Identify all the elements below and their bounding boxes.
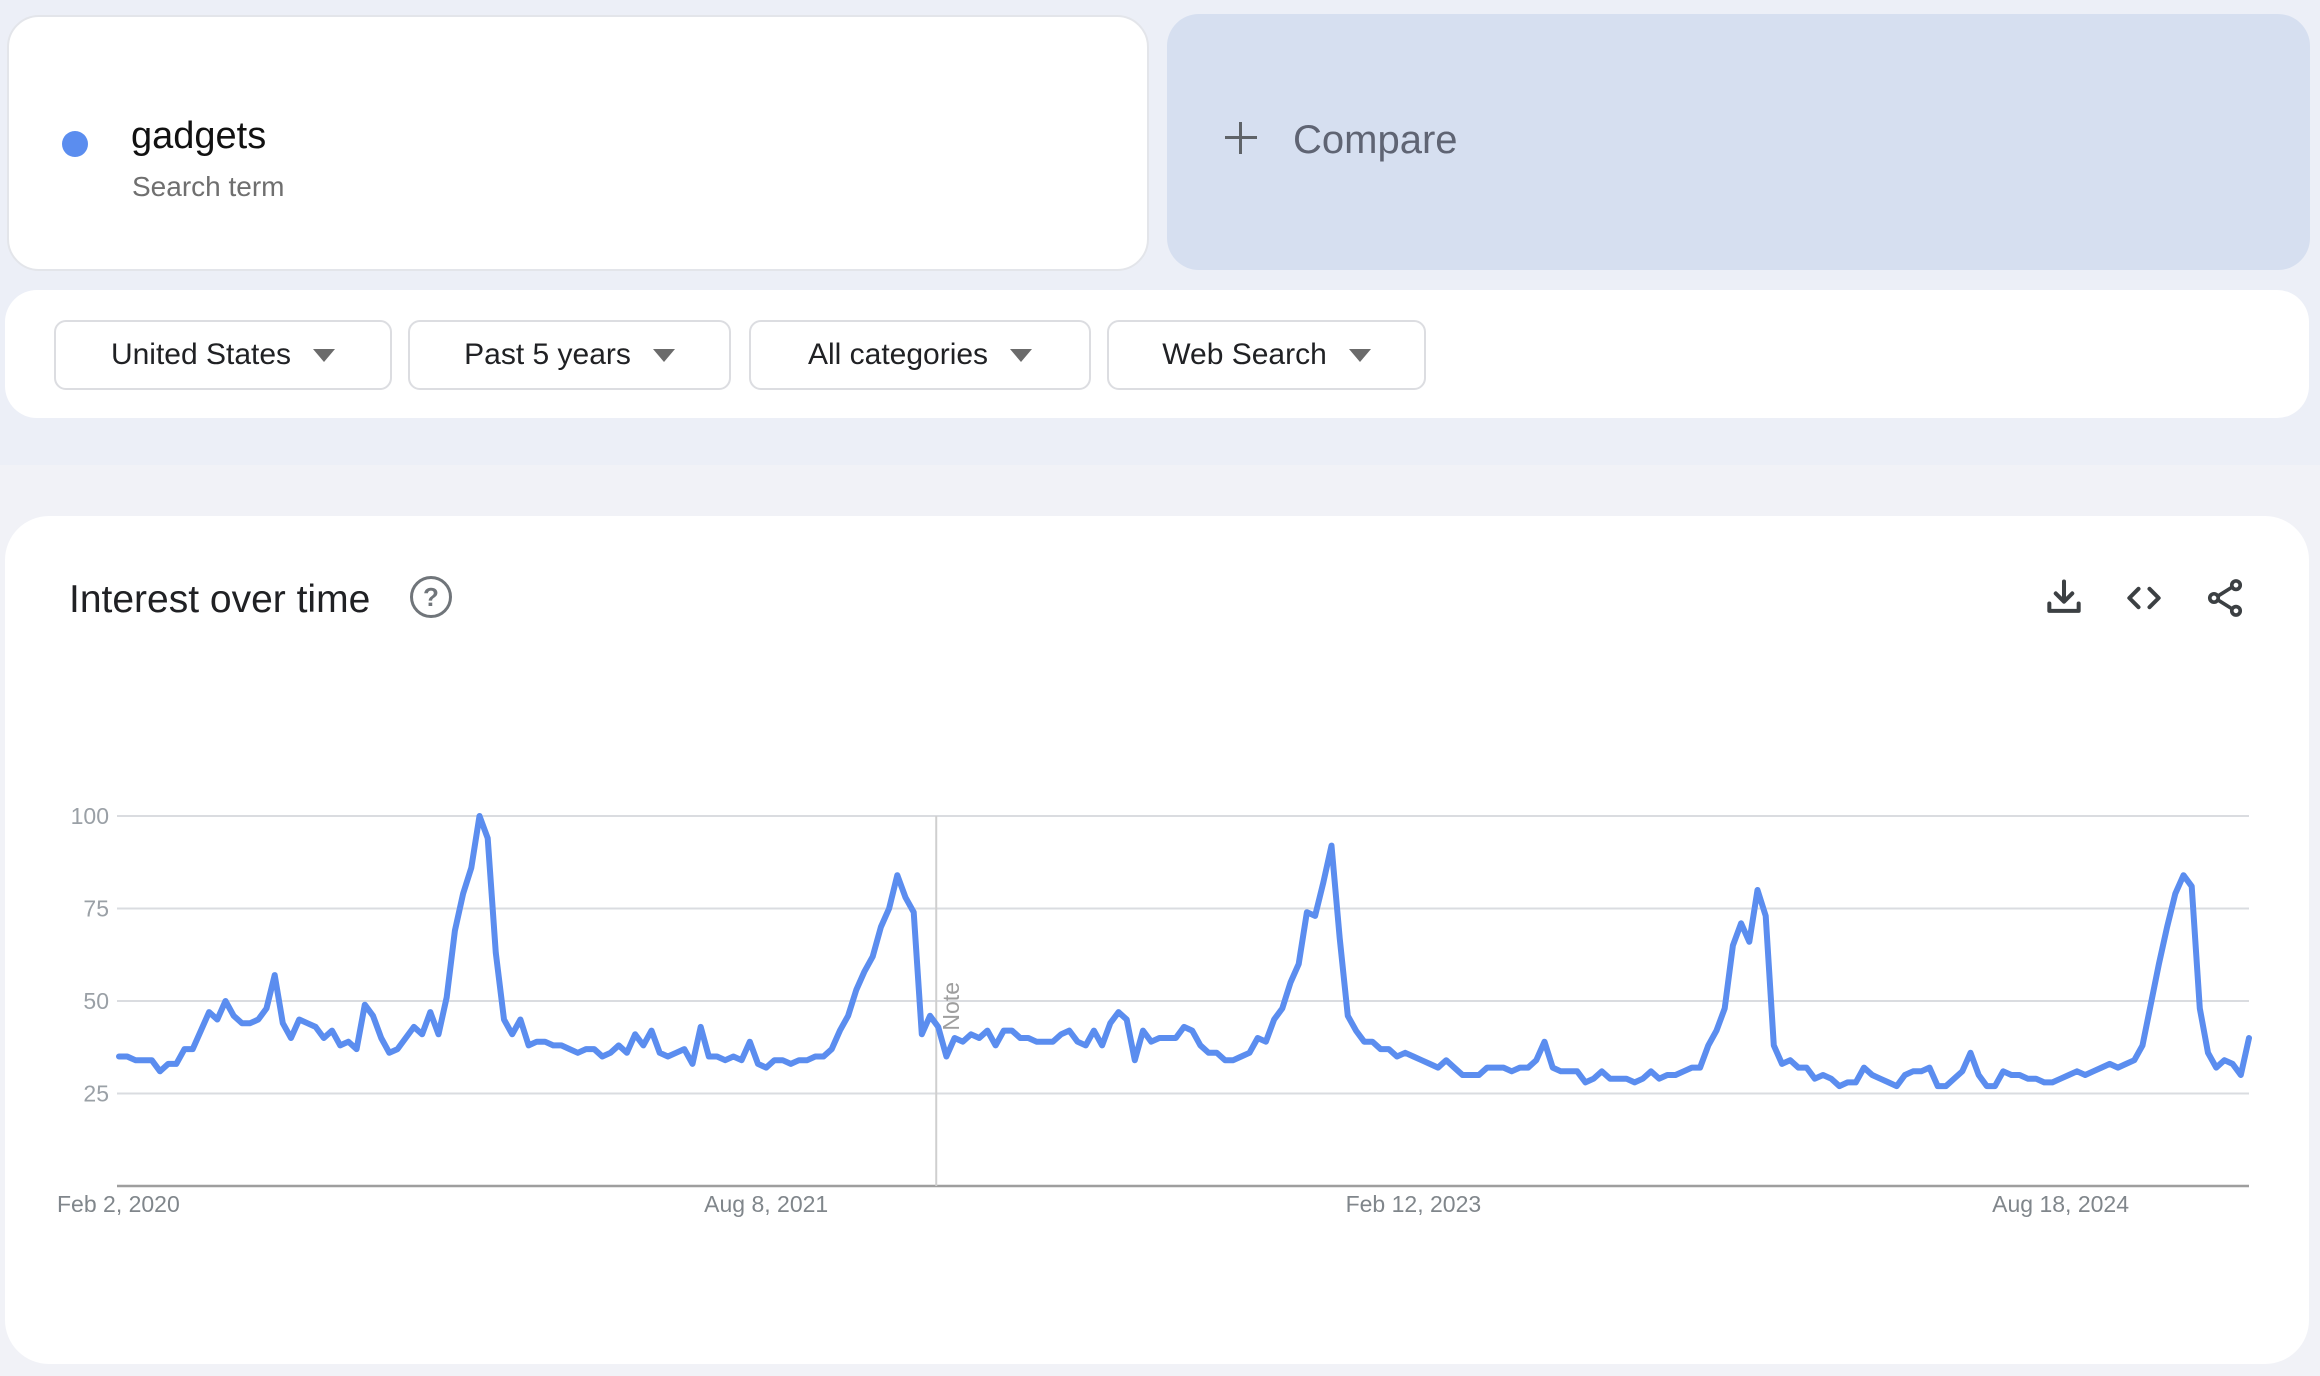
y-tick-label: 50 (83, 988, 109, 1014)
time-range-filter-label: Past 5 years (464, 338, 631, 371)
category-filter-dropdown[interactable]: All categories (749, 320, 1091, 390)
search-term-subtitle: Search term (132, 171, 285, 202)
x-tick-label: Aug 8, 2021 (704, 1191, 828, 1217)
region-filter-dropdown[interactable]: United States (54, 320, 392, 390)
region-filter-label: United States (110, 338, 292, 371)
x-tick-label: Aug 18, 2024 (1992, 1191, 2129, 1217)
line-chart[interactable]: 25 50 75 100 Feb 2, 2020 Aug 8, 2021 Feb 12, … (5, 516, 2309, 1364)
y-tick-label: 25 (83, 1081, 109, 1107)
filter-bar: United States Past 5 years All categorie… (5, 290, 2309, 418)
search-type-filter-label: Web Search (1162, 338, 1327, 371)
time-range-filter-dropdown[interactable]: Past 5 years (408, 320, 731, 390)
plus-icon (1225, 122, 1257, 154)
compare-button[interactable]: Compare (1167, 14, 2310, 270)
category-filter-label: All categories (807, 338, 989, 371)
y-tick-label: 100 (71, 803, 109, 829)
series-line-gadgets[interactable] (116, 813, 2252, 1090)
search-type-filter-dropdown[interactable]: Web Search (1107, 320, 1426, 390)
x-tick-label: Feb 2, 2020 (57, 1191, 180, 1217)
search-term-name: gadgets (131, 115, 267, 157)
caret-down-icon (652, 348, 675, 362)
y-tick-label: 75 (83, 896, 109, 922)
compare-label: Compare (1293, 118, 1458, 162)
caret-down-icon (1010, 348, 1033, 362)
series-color-dot (62, 131, 88, 157)
interest-over-time-panel: Interest over time ? 25 50 75 100 Feb 2, 20… (5, 516, 2309, 1364)
note-marker-label[interactable]: Note (938, 982, 964, 1031)
search-term-card[interactable]: gadgets Search term (7, 15, 1149, 271)
caret-down-icon (313, 348, 336, 362)
x-tick-label: Feb 12, 2023 (1346, 1191, 1482, 1217)
caret-down-icon (1348, 348, 1371, 362)
